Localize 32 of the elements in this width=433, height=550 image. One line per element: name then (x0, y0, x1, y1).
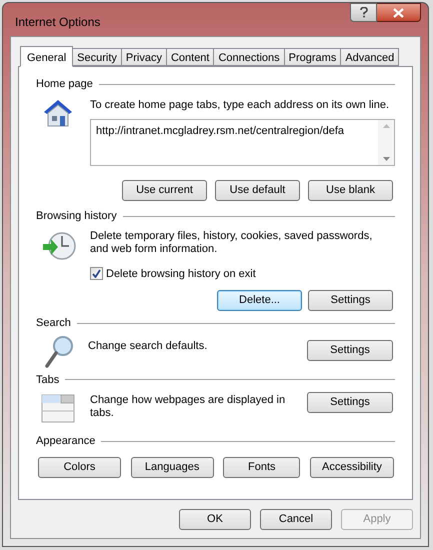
home-page-button[interactable]: Use current (122, 180, 207, 201)
appearance-button[interactable]: Fonts (223, 456, 300, 478)
section-title: Appearance (36, 434, 96, 449)
description: To create home page tabs, type each address on its own line. (90, 98, 390, 112)
history-button[interactable]: Delete... (217, 290, 302, 311)
checkbox-label: Delete browsing history on exit (106, 266, 256, 282)
window-title: Internet Options (15, 14, 100, 31)
appearance-button[interactable]: Colors (38, 456, 121, 478)
dialog-button[interactable]: OK (179, 509, 251, 530)
section-title: Home page (36, 77, 93, 92)
tab[interactable]: Security (72, 48, 122, 66)
description: Change search defaults. (87, 338, 208, 354)
home-page-button[interactable]: Use default (215, 180, 300, 201)
dialog-button[interactable]: Cancel (260, 509, 332, 530)
search-settings-button[interactable]: Settings (307, 340, 393, 360)
section-title: Tabs (36, 372, 60, 388)
tab[interactable]: Connections (213, 48, 285, 66)
tab[interactable]: Advanced (340, 48, 400, 66)
home-page-button[interactable]: Use blank (308, 180, 393, 201)
description: Change how webpages are displayed in tabs. (89, 393, 286, 420)
tab[interactable]: Programs (284, 48, 342, 66)
appearance-button[interactable]: Languages (130, 456, 214, 478)
section-title: Search (36, 316, 71, 331)
section-title: Browsing history (36, 209, 117, 224)
appearance-button[interactable]: Accessibility (310, 456, 394, 478)
tab[interactable]: Privacy (120, 48, 167, 66)
history-button[interactable]: Settings (308, 290, 393, 311)
tab[interactable]: Content (166, 48, 214, 66)
tab[interactable]: General (20, 46, 74, 67)
address-field[interactable]: http://intranet.mcgladrey.rsm.net/centralregion/defa (90, 119, 395, 166)
description: Delete temporary files, history, cookies, saved passwords, and web form information. (90, 230, 374, 256)
tabs-settings-button[interactable]: Settings (307, 392, 393, 413)
